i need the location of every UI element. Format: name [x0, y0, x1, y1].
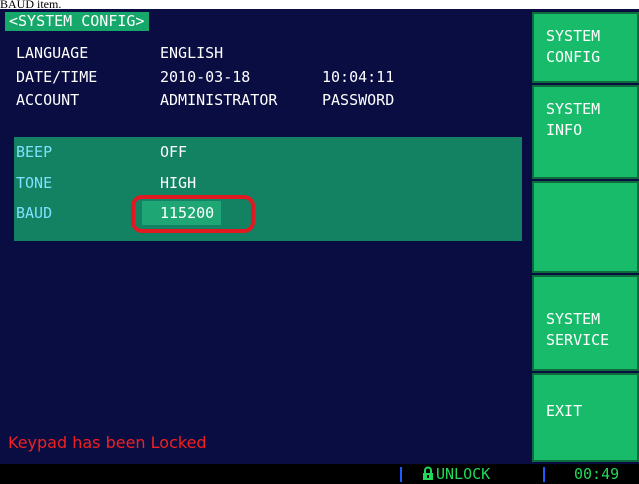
- softkey-system-config[interactable]: SYSTEM CONFIG: [532, 12, 639, 83]
- setting-label: LANGUAGE: [16, 44, 89, 62]
- softkey-label: SYSTEM INFO: [546, 100, 601, 139]
- softkey-exit[interactable]: EXIT: [532, 373, 639, 462]
- softkey-label: SYSTEM SERVICE: [546, 310, 610, 349]
- status-divider: [543, 467, 545, 482]
- status-divider: [400, 467, 402, 482]
- keypad-locked-message: Keypad has been Locked: [8, 433, 207, 452]
- clock: 00:49: [574, 465, 620, 483]
- option-label: BEEP: [16, 143, 53, 161]
- page-title: <SYSTEM CONFIG>: [5, 12, 150, 31]
- softkey-label: EXIT: [546, 402, 583, 420]
- instrument-screen: <SYSTEM CONFIG> LANGUAGE ENGLISH DATE/TI…: [0, 9, 639, 484]
- setting-value-password[interactable]: PASSWORD: [322, 89, 394, 111]
- page-caption: BAUD item.: [0, 0, 62, 9]
- option-label: TONE: [16, 174, 53, 192]
- option-label: BAUD: [16, 204, 53, 222]
- softkey-label: SYSTEM CONFIG: [546, 27, 601, 66]
- lock-icon: [423, 466, 433, 480]
- softkey-system-info[interactable]: SYSTEM INFO: [532, 85, 639, 179]
- option-value-beep[interactable]: OFF: [160, 141, 187, 163]
- setting-label: ACCOUNT: [16, 91, 80, 109]
- setting-label: DATE/TIME: [16, 68, 98, 86]
- options-panel: [14, 137, 522, 241]
- setting-value-language[interactable]: ENGLISH: [160, 42, 223, 64]
- setting-value-account[interactable]: ADMINISTRATOR: [160, 89, 277, 111]
- option-value-tone[interactable]: HIGH: [160, 172, 196, 194]
- softkey-system-service[interactable]: SYSTEM SERVICE: [532, 275, 639, 371]
- softkey-blank[interactable]: [532, 181, 639, 273]
- setting-value-date[interactable]: 2010-03-18: [160, 66, 250, 88]
- lock-state[interactable]: UNLOCK: [436, 464, 490, 484]
- status-bar: UNLOCK 00:49: [0, 464, 639, 484]
- highlight-ring: [131, 195, 255, 233]
- setting-value-time[interactable]: 10:04:11: [322, 66, 394, 88]
